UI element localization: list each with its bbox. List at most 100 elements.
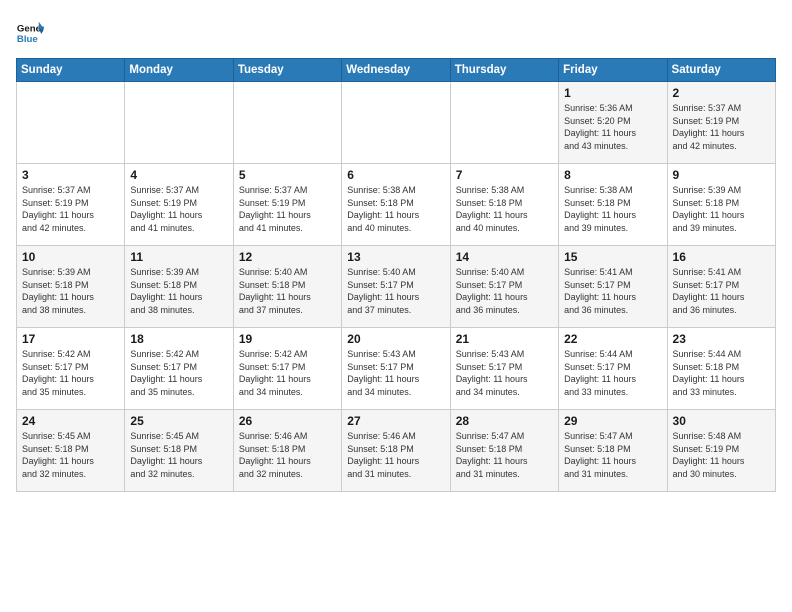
calendar-cell: 23 Sunrise: 5:44 AM Sunset: 5:18 PM Dayli… (667, 328, 775, 410)
calendar-cell: 21 Sunrise: 5:43 AM Sunset: 5:17 PM Dayli… (450, 328, 558, 410)
day-info: Sunrise: 5:39 AM Sunset: 5:18 PM Dayligh… (673, 184, 770, 234)
weekday-row: SundayMondayTuesdayWednesdayThursdayFrid… (17, 59, 776, 82)
day-number: 19 (239, 332, 336, 346)
day-info: Sunrise: 5:46 AM Sunset: 5:18 PM Dayligh… (239, 430, 336, 480)
day-info: Sunrise: 5:40 AM Sunset: 5:17 PM Dayligh… (347, 266, 444, 316)
day-number: 2 (673, 86, 770, 100)
calendar-cell: 26 Sunrise: 5:46 AM Sunset: 5:18 PM Dayli… (233, 410, 341, 492)
day-info: Sunrise: 5:47 AM Sunset: 5:18 PM Dayligh… (456, 430, 553, 480)
day-info: Sunrise: 5:39 AM Sunset: 5:18 PM Dayligh… (130, 266, 227, 316)
day-info: Sunrise: 5:38 AM Sunset: 5:18 PM Dayligh… (456, 184, 553, 234)
day-info: Sunrise: 5:45 AM Sunset: 5:18 PM Dayligh… (22, 430, 119, 480)
calendar-cell: 29 Sunrise: 5:47 AM Sunset: 5:18 PM Dayli… (559, 410, 667, 492)
calendar-cell: 18 Sunrise: 5:42 AM Sunset: 5:17 PM Dayli… (125, 328, 233, 410)
weekday-wednesday: Wednesday (342, 59, 450, 82)
day-info: Sunrise: 5:37 AM Sunset: 5:19 PM Dayligh… (130, 184, 227, 234)
day-info: Sunrise: 5:48 AM Sunset: 5:19 PM Dayligh… (673, 430, 770, 480)
day-info: Sunrise: 5:43 AM Sunset: 5:17 PM Dayligh… (347, 348, 444, 398)
calendar-cell: 16 Sunrise: 5:41 AM Sunset: 5:17 PM Dayli… (667, 246, 775, 328)
day-number: 16 (673, 250, 770, 264)
calendar-cell: 15 Sunrise: 5:41 AM Sunset: 5:17 PM Dayli… (559, 246, 667, 328)
weekday-friday: Friday (559, 59, 667, 82)
day-info: Sunrise: 5:37 AM Sunset: 5:19 PM Dayligh… (673, 102, 770, 152)
week-row: 10 Sunrise: 5:39 AM Sunset: 5:18 PM Dayli… (17, 246, 776, 328)
day-number: 25 (130, 414, 227, 428)
day-number: 17 (22, 332, 119, 346)
day-number: 8 (564, 168, 661, 182)
day-number: 22 (564, 332, 661, 346)
logo: General Blue (16, 20, 44, 48)
calendar-cell: 7 Sunrise: 5:38 AM Sunset: 5:18 PM Daylig… (450, 164, 558, 246)
day-info: Sunrise: 5:39 AM Sunset: 5:18 PM Dayligh… (22, 266, 119, 316)
calendar-cell: 6Sunrise: 5:38 AM Sunset: 5:18 PM Daylig… (342, 164, 450, 246)
day-number: 21 (456, 332, 553, 346)
day-info: Sunrise: 5:37 AM Sunset: 5:19 PM Dayligh… (22, 184, 119, 234)
calendar-cell: 17Sunrise: 5:42 AM Sunset: 5:17 PM Dayli… (17, 328, 125, 410)
calendar-cell: 27 Sunrise: 5:46 AM Sunset: 5:18 PM Dayli… (342, 410, 450, 492)
calendar: SundayMondayTuesdayWednesdayThursdayFrid… (16, 58, 776, 492)
day-number: 23 (673, 332, 770, 346)
calendar-cell: 10 Sunrise: 5:39 AM Sunset: 5:18 PM Dayli… (17, 246, 125, 328)
svg-text:Blue: Blue (17, 34, 38, 45)
calendar-cell: 14Sunrise: 5:40 AM Sunset: 5:17 PM Dayli… (450, 246, 558, 328)
day-info: Sunrise: 5:41 AM Sunset: 5:17 PM Dayligh… (564, 266, 661, 316)
calendar-cell (17, 82, 125, 164)
day-info: Sunrise: 5:46 AM Sunset: 5:18 PM Dayligh… (347, 430, 444, 480)
week-row: 3 Sunrise: 5:37 AM Sunset: 5:19 PM Daylig… (17, 164, 776, 246)
day-number: 27 (347, 414, 444, 428)
day-number: 20 (347, 332, 444, 346)
day-number: 5 (239, 168, 336, 182)
day-number: 13 (347, 250, 444, 264)
calendar-cell: 2 Sunrise: 5:37 AM Sunset: 5:19 PM Daylig… (667, 82, 775, 164)
day-number: 29 (564, 414, 661, 428)
weekday-tuesday: Tuesday (233, 59, 341, 82)
week-row: 17 Sunrise: 5:42 AM Sunset: 5:17 PM Dayli… (17, 328, 776, 410)
day-number: 28 (456, 414, 553, 428)
day-number: 3 (22, 168, 119, 182)
calendar-cell: 3 Sunrise: 5:37 AM Sunset: 5:19 PM Daylig… (17, 164, 125, 246)
weekday-sunday: Sunday (17, 59, 125, 82)
calendar-cell: 22 Sunrise: 5:44 AM Sunset: 5:17 PM Dayli… (559, 328, 667, 410)
day-number: 24 (22, 414, 119, 428)
calendar-cell: 9 Sunrise: 5:39 AM Sunset: 5:18 PM Daylig… (667, 164, 775, 246)
calendar-cell: 30 Sunrise: 5:48 AM Sunset: 5:19 PM Dayli… (667, 410, 775, 492)
day-number: 4 (130, 168, 227, 182)
day-number: 30 (673, 414, 770, 428)
calendar-cell (125, 82, 233, 164)
day-number: 15 (564, 250, 661, 264)
day-number: 10 (22, 250, 119, 264)
calendar-cell: 25 Sunrise: 5:45 AM Sunset: 5:18 PM Dayli… (125, 410, 233, 492)
day-info: Sunrise: 5:38 AM Sunset: 5:18 PM Dayligh… (564, 184, 661, 234)
logo-icon: General Blue (16, 20, 44, 48)
day-info: Sunrise: 5:47 AM Sunset: 5:18 PM Dayligh… (564, 430, 661, 480)
day-info: Sunrise: 5:44 AM Sunset: 5:18 PM Dayligh… (673, 348, 770, 398)
week-row: 1 Sunrise: 5:36 AM Sunset: 5:20 PM Daylig… (17, 82, 776, 164)
day-info: Sunrise: 5:44 AM Sunset: 5:17 PM Dayligh… (564, 348, 661, 398)
day-number: 1 (564, 86, 661, 100)
day-info: Sunrise: 5:40 AM Sunset: 5:18 PM Dayligh… (239, 266, 336, 316)
day-number: 9 (673, 168, 770, 182)
day-number: 14 (456, 250, 553, 264)
page: General Blue SundayMondayTuesdayWednesda… (0, 0, 792, 502)
day-number: 18 (130, 332, 227, 346)
calendar-cell: 1 Sunrise: 5:36 AM Sunset: 5:20 PM Daylig… (559, 82, 667, 164)
calendar-cell (233, 82, 341, 164)
calendar-cell: 13 Sunrise: 5:40 AM Sunset: 5:17 PM Dayli… (342, 246, 450, 328)
calendar-cell: 19 Sunrise: 5:42 AM Sunset: 5:17 PM Dayli… (233, 328, 341, 410)
day-info: Sunrise: 5:41 AM Sunset: 5:17 PM Dayligh… (673, 266, 770, 316)
day-info: Sunrise: 5:43 AM Sunset: 5:17 PM Dayligh… (456, 348, 553, 398)
day-info: Sunrise: 5:42 AM Sunset: 5:17 PM Dayligh… (130, 348, 227, 398)
day-info: Sunrise: 5:36 AM Sunset: 5:20 PM Dayligh… (564, 102, 661, 152)
calendar-cell: 11 Sunrise: 5:39 AM Sunset: 5:18 PM Dayli… (125, 246, 233, 328)
calendar-cell: 4 Sunrise: 5:37 AM Sunset: 5:19 PM Daylig… (125, 164, 233, 246)
day-number: 26 (239, 414, 336, 428)
calendar-cell: 12Sunrise: 5:40 AM Sunset: 5:18 PM Dayli… (233, 246, 341, 328)
calendar-cell (450, 82, 558, 164)
day-info: Sunrise: 5:45 AM Sunset: 5:18 PM Dayligh… (130, 430, 227, 480)
calendar-cell: 20 Sunrise: 5:43 AM Sunset: 5:17 PM Dayli… (342, 328, 450, 410)
day-number: 11 (130, 250, 227, 264)
weekday-saturday: Saturday (667, 59, 775, 82)
day-info: Sunrise: 5:42 AM Sunset: 5:17 PM Dayligh… (239, 348, 336, 398)
day-number: 7 (456, 168, 553, 182)
calendar-header: SundayMondayTuesdayWednesdayThursdayFrid… (17, 59, 776, 82)
